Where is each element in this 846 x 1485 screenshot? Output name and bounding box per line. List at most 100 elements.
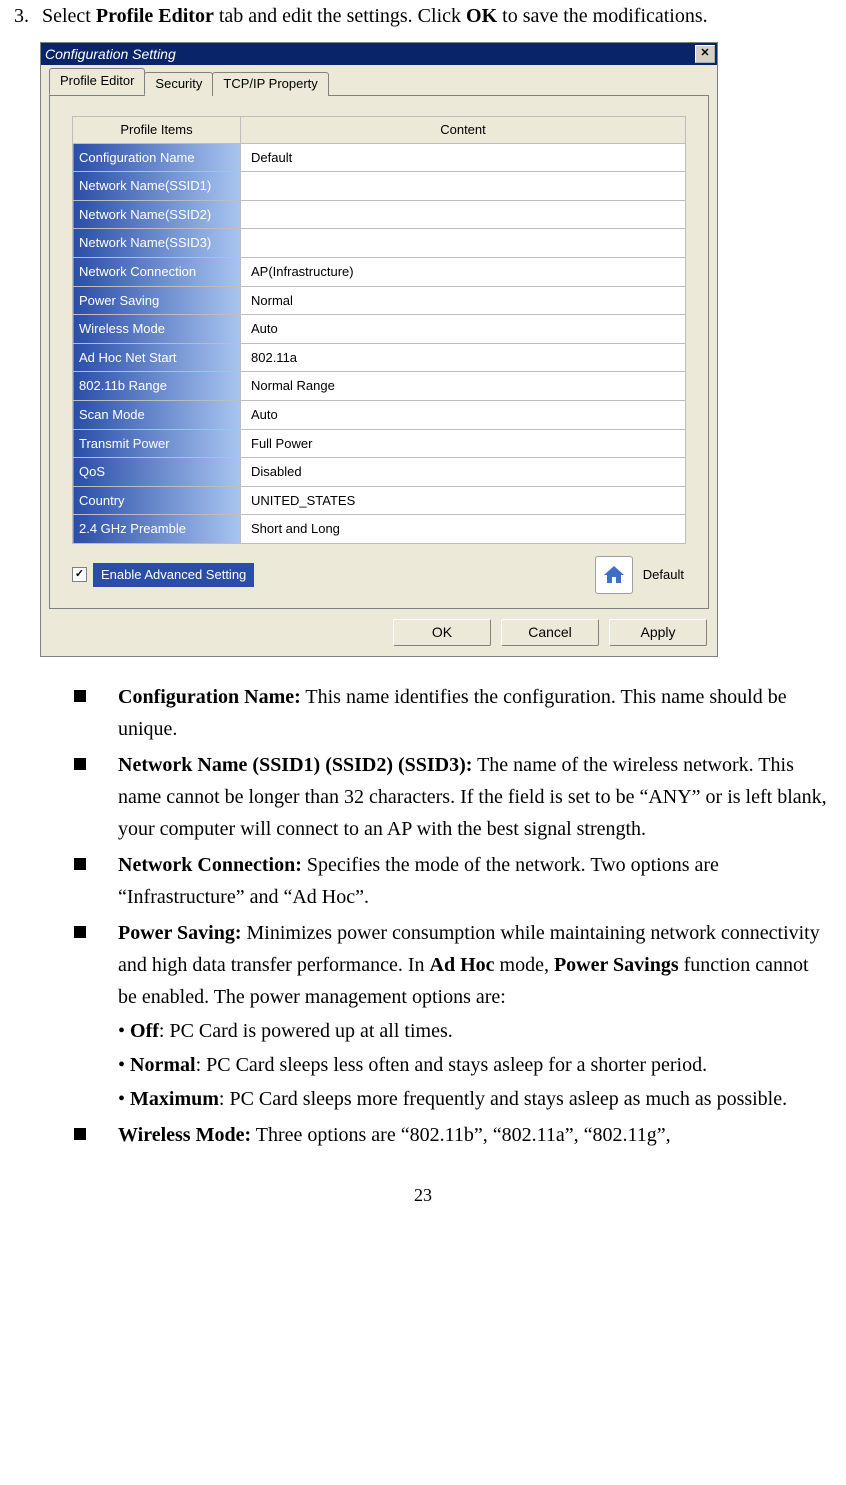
close-icon: ✕ [700,47,709,60]
st: : PC Card sleeps more frequently and sta… [219,1088,787,1110]
row-name: Scan Mode [73,400,241,429]
table-row[interactable]: Network Name(SSID3) [73,229,686,258]
row-name: Power Saving [73,286,241,315]
opt-maximum: • Maximum: PC Card sleeps more frequentl… [118,1083,828,1115]
row-content [241,229,686,258]
row-content: 802.11a [241,343,686,372]
row-content [241,172,686,201]
default-button[interactable] [595,556,633,594]
dialog-titlebar: Configuration Setting ✕ [41,43,717,65]
sb: Off [130,1020,159,1042]
dialog-title: Configuration Setting [45,46,176,63]
table-row[interactable]: Configuration NameDefault [73,143,686,172]
power-saving-options: • Off: PC Card is powered up at all time… [118,1015,828,1115]
table-row[interactable]: Network Name(SSID2) [73,200,686,229]
table-row[interactable]: 2.4 GHz PreambleShort and Long [73,515,686,544]
enable-advanced-group: ✓ Enable Advanced Setting [72,563,254,587]
profile-table: Profile Items Content Configuration Name… [72,116,686,544]
enable-advanced-checkbox[interactable]: ✓ [72,567,87,582]
table-row[interactable]: Ad Hoc Net Start802.11a [73,343,686,372]
row-content: AP(Infrastructure) [241,257,686,286]
table-row[interactable]: Scan ModeAuto [73,400,686,429]
page-number: 23 [14,1181,832,1210]
dialog-body: Profile Editor Security TCP/IP Property … [41,65,717,656]
row-content: Disabled [241,458,686,487]
row-content [241,200,686,229]
desc-configuration-name: Configuration Name: This name identifies… [74,681,828,745]
row-name: Configuration Name [73,143,241,172]
table-row[interactable]: Wireless ModeAuto [73,315,686,344]
b: Power Saving: [118,922,242,944]
b: Power Savings [554,954,679,976]
desc-network-name: Network Name (SSID1) (SSID2) (SSID3): Th… [74,749,828,845]
ok-button[interactable]: OK [393,619,491,646]
opt-off: • Off: PC Card is powered up at all time… [118,1015,828,1047]
row-name: 802.11b Range [73,372,241,401]
b: Network Name (SSID1) (SSID2) (SSID3): [118,754,472,776]
t: Profile Editor [96,5,214,27]
step-number: 3. [14,0,42,32]
table-row[interactable]: 802.11b RangeNormal Range [73,372,686,401]
t: mode, [495,954,554,976]
description-list: Configuration Name: This name identifies… [14,681,832,1151]
col-profile-items: Profile Items [73,117,241,144]
row-content: Auto [241,400,686,429]
row-name: Network Name(SSID2) [73,200,241,229]
row-content: Short and Long [241,515,686,544]
b: Configuration Name: [118,686,301,708]
panel-bottom-row: ✓ Enable Advanced Setting Default [72,554,686,594]
row-content: Full Power [241,429,686,458]
table-row[interactable]: Transmit PowerFull Power [73,429,686,458]
table-row[interactable]: CountryUNITED_STATES [73,486,686,515]
row-name: Network Connection [73,257,241,286]
t: tab and edit the settings. Click [214,5,466,27]
cancel-button[interactable]: Cancel [501,619,599,646]
col-content: Content [241,117,686,144]
st: : PC Card sleeps less often and stays as… [196,1054,708,1076]
row-name: Wireless Mode [73,315,241,344]
document-page: 3. Select Profile Editor tab and edit th… [0,0,846,1250]
sb: Maximum [130,1088,219,1110]
enable-advanced-label: Enable Advanced Setting [93,563,254,587]
tab-tcpip-property[interactable]: TCP/IP Property [212,72,328,96]
t: Three options are “802.11b”, “802.11a”, … [251,1124,671,1146]
p: • [118,1020,130,1042]
close-button[interactable]: ✕ [695,45,715,63]
t: OK [466,5,497,27]
st: : PC Card is powered up at all times. [159,1020,453,1042]
tab-profile-editor[interactable]: Profile Editor [49,68,145,95]
row-content: UNITED_STATES [241,486,686,515]
table-row[interactable]: Power SavingNormal [73,286,686,315]
row-content: Default [241,143,686,172]
desc-power-saving: Power Saving: Minimizes power consumptio… [74,917,828,1115]
home-icon [602,563,626,587]
sb: Normal [130,1054,196,1076]
row-name: Network Name(SSID3) [73,229,241,258]
t: Select [42,5,96,27]
table-row[interactable]: Network ConnectionAP(Infrastructure) [73,257,686,286]
opt-normal: • Normal: PC Card sleeps less often and … [118,1049,828,1081]
b: Ad Hoc [430,954,495,976]
row-name: Transmit Power [73,429,241,458]
check-icon: ✓ [75,568,84,581]
default-group: Default [595,556,684,594]
p: • [118,1088,130,1110]
table-row[interactable]: QoSDisabled [73,458,686,487]
p: • [118,1054,130,1076]
default-label: Default [643,567,684,583]
apply-button[interactable]: Apply [609,619,707,646]
row-name: Ad Hoc Net Start [73,343,241,372]
b: Network Connection: [118,854,302,876]
tab-strip: Profile Editor Security TCP/IP Property [49,73,709,95]
table-row[interactable]: Network Name(SSID1) [73,172,686,201]
b: Wireless Mode: [118,1124,251,1146]
row-name: QoS [73,458,241,487]
row-content: Normal [241,286,686,315]
row-content: Normal Range [241,372,686,401]
step-instruction: 3. Select Profile Editor tab and edit th… [14,0,832,32]
row-name: 2.4 GHz Preamble [73,515,241,544]
dialog-buttons: OK Cancel Apply [49,609,709,648]
config-dialog: Configuration Setting ✕ Profile Editor S… [40,42,718,657]
row-name: Country [73,486,241,515]
tab-security[interactable]: Security [144,72,213,96]
